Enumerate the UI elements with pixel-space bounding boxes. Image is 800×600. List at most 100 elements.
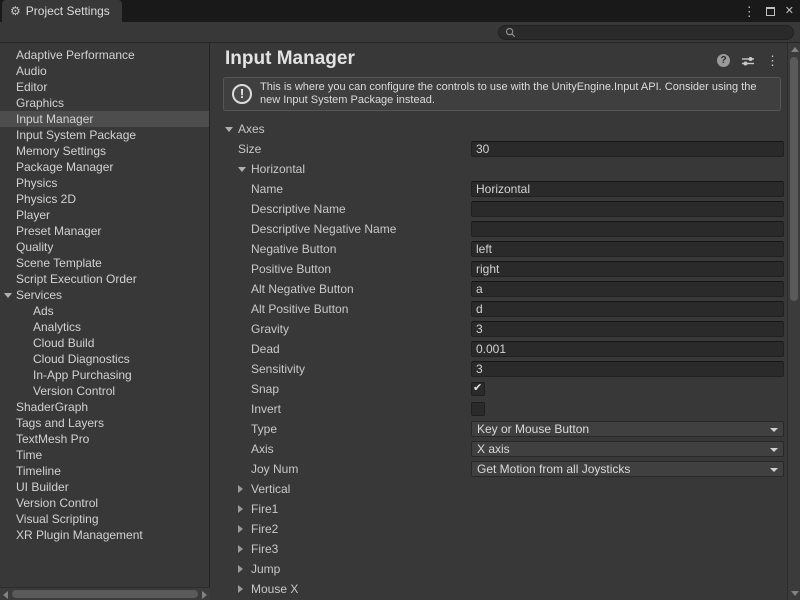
- info-text: This is where you can configure the cont…: [260, 81, 772, 107]
- sidebar-item-audio[interactable]: Audio: [0, 63, 209, 79]
- scroll-up-icon[interactable]: [791, 47, 799, 52]
- sidebar-item-label: UI Builder: [16, 480, 69, 494]
- sidebar-item-input-system-package[interactable]: Input System Package: [0, 127, 209, 143]
- row-invert: Invert: [211, 399, 787, 419]
- foldout-closed-icon[interactable]: [238, 545, 243, 553]
- sidebar-horizontal-scrollbar[interactable]: [0, 587, 210, 600]
- sidebar-item-scene-template[interactable]: Scene Template: [0, 255, 209, 271]
- foldout-closed-icon[interactable]: [238, 505, 243, 513]
- search-box[interactable]: [498, 25, 794, 40]
- sidebar-item-label: Cloud Build: [33, 336, 94, 350]
- vertical-scrollbar[interactable]: [787, 43, 800, 600]
- horizontal-scroll-thumb[interactable]: [12, 590, 198, 598]
- sidebar-item-version-control-service[interactable]: Version Control: [0, 383, 209, 399]
- sidebar-item-in-app-purchasing[interactable]: In-App Purchasing: [0, 367, 209, 383]
- sidebar-item-ui-builder[interactable]: UI Builder: [0, 479, 209, 495]
- sidebar-item-player[interactable]: Player: [0, 207, 209, 223]
- sidebar-item-cloud-diagnostics[interactable]: Cloud Diagnostics: [0, 351, 209, 367]
- scroll-right-icon[interactable]: [202, 591, 207, 599]
- sidebar-item-graphics[interactable]: Graphics: [0, 95, 209, 111]
- scroll-down-icon[interactable]: [791, 591, 799, 596]
- sensitivity-field[interactable]: 3: [471, 361, 784, 377]
- name-field[interactable]: Horizontal: [471, 181, 784, 197]
- snap-checkbox[interactable]: ✔: [471, 382, 485, 396]
- sidebar-item-quality[interactable]: Quality: [0, 239, 209, 255]
- row-axes[interactable]: Axes: [211, 119, 787, 139]
- sidebar-item-tags-and-layers[interactable]: Tags and Layers: [0, 415, 209, 431]
- type-dropdown[interactable]: Key or Mouse Button: [471, 421, 784, 437]
- sidebar-item-physics-2d[interactable]: Physics 2D: [0, 191, 209, 207]
- sidebar-item-xr-plugin-management[interactable]: XR Plugin Management: [0, 527, 209, 543]
- row-fire1[interactable]: Fire1: [211, 499, 787, 519]
- descriptive-negative-name-field[interactable]: [471, 221, 784, 237]
- foldout-open-icon[interactable]: [4, 293, 12, 298]
- sidebar-item-version-control[interactable]: Version Control: [0, 495, 209, 511]
- row-label: Type: [251, 422, 277, 436]
- dead-field[interactable]: 0.001: [471, 341, 784, 357]
- sidebar-item-script-execution-order[interactable]: Script Execution Order: [0, 271, 209, 287]
- sidebar-item-visual-scripting[interactable]: Visual Scripting: [0, 511, 209, 527]
- sidebar-item-label: Scene Template: [16, 256, 102, 270]
- foldout-open-icon[interactable]: [225, 127, 233, 132]
- sidebar-item-package-manager[interactable]: Package Manager: [0, 159, 209, 175]
- sidebar-item-label: Timeline: [16, 464, 61, 478]
- row-vertical[interactable]: Vertical: [211, 479, 787, 499]
- row-fire3[interactable]: Fire3: [211, 539, 787, 559]
- alt-negative-button-field[interactable]: a: [471, 281, 784, 297]
- close-icon[interactable]: ✕: [785, 6, 794, 17]
- tab-project-settings[interactable]: ⚙ Project Settings: [2, 0, 122, 22]
- sidebar-item-preset-manager[interactable]: Preset Manager: [0, 223, 209, 239]
- check-icon: ✔: [473, 381, 482, 394]
- sidebar-item-label: Services: [16, 288, 62, 302]
- sidebar-item-textmesh-pro[interactable]: TextMesh Pro: [0, 431, 209, 447]
- size-field[interactable]: 30: [471, 141, 784, 157]
- positive-button-field[interactable]: right: [471, 261, 784, 277]
- sidebar-item-label: Audio: [16, 64, 47, 78]
- sidebar-item-label: Ads: [33, 304, 54, 318]
- presets-icon[interactable]: [741, 55, 755, 67]
- negative-button-field[interactable]: left: [471, 241, 784, 257]
- sidebar-item-ads[interactable]: Ads: [0, 303, 209, 319]
- panel-menu-icon[interactable]: ⋮: [766, 54, 779, 67]
- window-menu-icon[interactable]: ⋮: [743, 5, 756, 18]
- sidebar-item-label: Editor: [16, 80, 47, 94]
- row-gravity: Gravity 3: [211, 319, 787, 339]
- row-size: Size 30: [211, 139, 787, 159]
- row-label: Gravity: [251, 322, 289, 336]
- sidebar-item-editor[interactable]: Editor: [0, 79, 209, 95]
- sidebar-item-adaptive-performance[interactable]: Adaptive Performance: [0, 47, 209, 63]
- sidebar-item-timeline[interactable]: Timeline: [0, 463, 209, 479]
- vertical-scroll-thumb[interactable]: [790, 57, 798, 301]
- maximize-icon[interactable]: [766, 7, 775, 16]
- alt-positive-button-field[interactable]: d: [471, 301, 784, 317]
- row-horizontal[interactable]: Horizontal: [211, 159, 787, 179]
- row-jump[interactable]: Jump: [211, 559, 787, 579]
- row-mouse-x[interactable]: Mouse X: [211, 579, 787, 599]
- foldout-closed-icon[interactable]: [238, 585, 243, 593]
- joy-num-dropdown[interactable]: Get Motion from all Joysticks: [471, 461, 784, 477]
- row-fire2[interactable]: Fire2: [211, 519, 787, 539]
- sidebar-item-time[interactable]: Time: [0, 447, 209, 463]
- foldout-closed-icon[interactable]: [238, 565, 243, 573]
- axis-dropdown[interactable]: X axis: [471, 441, 784, 457]
- search-input[interactable]: [520, 27, 787, 39]
- sidebar-item-analytics[interactable]: Analytics: [0, 319, 209, 335]
- invert-checkbox[interactable]: [471, 402, 485, 416]
- foldout-open-icon[interactable]: [238, 167, 246, 172]
- sidebar-item-input-manager[interactable]: Input Manager: [0, 111, 209, 127]
- sidebar-item-physics[interactable]: Physics: [0, 175, 209, 191]
- row-label: Descriptive Name: [251, 202, 346, 216]
- sidebar-item-memory-settings[interactable]: Memory Settings: [0, 143, 209, 159]
- sidebar-item-services[interactable]: Services: [0, 287, 209, 303]
- row-label: Descriptive Negative Name: [251, 222, 396, 236]
- gravity-field[interactable]: 3: [471, 321, 784, 337]
- foldout-closed-icon[interactable]: [238, 485, 243, 493]
- scroll-left-icon[interactable]: [3, 591, 8, 599]
- sidebar-item-label: Cloud Diagnostics: [33, 352, 130, 366]
- sidebar-item-shadergraph[interactable]: ShaderGraph: [0, 399, 209, 415]
- sidebar-item-cloud-build[interactable]: Cloud Build: [0, 335, 209, 351]
- help-icon[interactable]: ?: [717, 54, 730, 67]
- foldout-closed-icon[interactable]: [238, 525, 243, 533]
- descriptive-name-field[interactable]: [471, 201, 784, 217]
- row-label: Invert: [251, 402, 281, 416]
